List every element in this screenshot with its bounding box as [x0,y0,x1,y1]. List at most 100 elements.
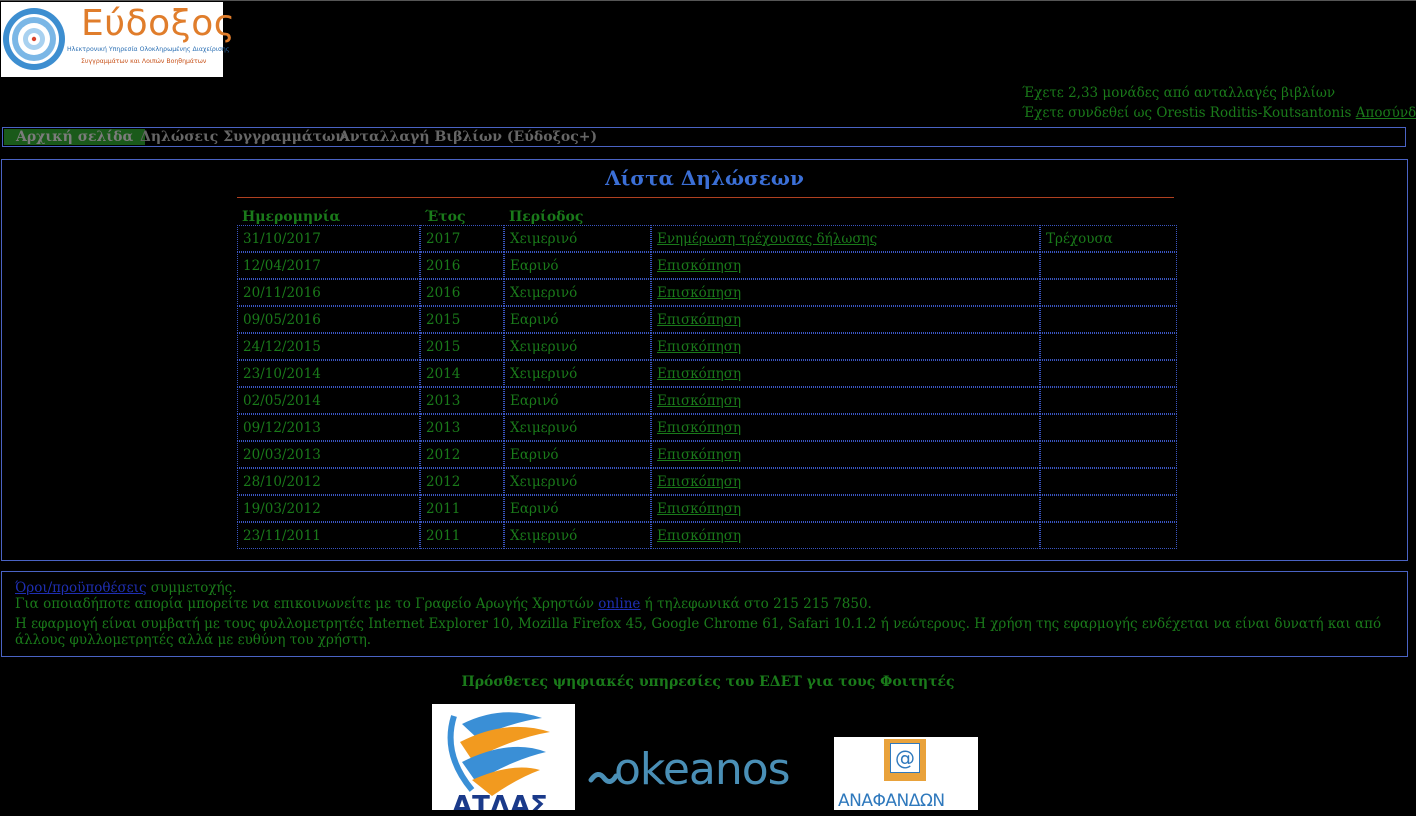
help-prefix: Για οποιαδήποτε απορία μπορείτε να επικο… [15,596,599,612]
view-declaration-link[interactable]: Επισκόπηση [657,285,741,301]
cell-date: 09/12/2013 [237,414,420,441]
cell-period: Χειμερινό [504,522,651,549]
header-status [1040,204,1177,225]
cell-action: Επισκόπηση [651,414,1040,441]
view-declaration-link[interactable]: Επισκόπηση [657,474,741,490]
cell-action: Επισκόπηση [651,495,1040,522]
cell-period: Εαρινό [504,387,651,414]
logged-in-text: Έχετε συνδεθεί ως Orestis Roditis-Koutsa… [1022,105,1352,121]
top-border [0,0,1416,1]
table-row: 23/11/2011 2011 Χειμερινό Επισκόπηση [237,522,1177,549]
table-row: 28/10/2012 2012 Χειμερινό Επισκόπηση [237,468,1177,495]
cell-year: 2011 [420,522,504,549]
anafandon-text: ΑΝΑΦΑΝΔΩΝ [838,791,945,810]
cell-status [1040,306,1177,333]
cell-action: Επισκόπηση [651,252,1040,279]
cell-year: 2012 [420,441,504,468]
cell-action: Επισκόπηση [651,360,1040,387]
cell-period: Εαρινό [504,495,651,522]
eudoxus-circle-icon [3,8,65,70]
cell-year: 2016 [420,252,504,279]
cell-period: Εαρινό [504,252,651,279]
view-declaration-link[interactable]: Επισκόπηση [657,258,741,274]
update-declaration-link[interactable]: Ενημέρωση τρέχουσας δήλωσης [657,231,877,247]
cell-date: 28/10/2012 [237,468,420,495]
cell-status [1040,360,1177,387]
terms-link[interactable]: Όροι/προϋποθέσεις [15,580,147,596]
logo-subtitle-1: Ηλεκτρονική Υπηρεσία Ολοκληρωμένης Διαχε… [67,46,230,53]
view-declaration-link[interactable]: Επισκόπηση [657,393,741,409]
header-year: Έτος [425,209,466,225]
cell-date: 20/11/2016 [237,279,420,306]
atlas-globe-icon: ΑΤΛΑΣ [447,712,550,810]
table-row: 09/05/2016 2015 Εαρινό Επισκόπηση [237,306,1177,333]
table-header-row: Ημερομηνία Έτος Περίοδος [237,204,1177,225]
cell-date: 12/04/2017 [237,252,420,279]
cell-action: Επισκόπηση [651,333,1040,360]
cell-period: Χειμερινό [504,279,651,306]
cell-period: Χειμερινό [504,333,651,360]
cell-period: Εαρινό [504,441,651,468]
help-suffix: ή τηλεφωνικά στο 215 215 7850. [640,596,872,612]
view-declaration-link[interactable]: Επισκόπηση [657,528,741,544]
declarations-table: Ημερομηνία Έτος Περίοδος 31/10/2017 2017 Χ… [237,204,1177,549]
view-declaration-link[interactable]: Επισκόπηση [657,312,741,328]
cell-action: Επισκόπηση [651,306,1040,333]
cell-year: 2012 [420,468,504,495]
declarations-panel: Λίστα Δηλώσεων Ημερομηνία Έτος Περίοδος … [1,159,1408,561]
info-panel: Όροι/προϋποθέσεις συμμετοχής. Για οποιαδ… [1,571,1408,657]
cell-action: Επισκόπηση [651,279,1040,306]
cell-status [1040,279,1177,306]
cell-status [1040,333,1177,360]
okeanos-logo[interactable]: okeanos [588,744,824,800]
cell-year: 2017 [420,225,504,252]
cell-status: Τρέχουσα [1040,225,1177,252]
cell-period: Χειμερινό [504,414,651,441]
view-declaration-link[interactable]: Επισκόπηση [657,420,741,436]
cell-year: 2013 [420,414,504,441]
table-row: 12/04/2017 2016 Εαρινό Επισκόπηση [237,252,1177,279]
nav-item-home[interactable]: Αρχική σελίδα [4,129,146,145]
cell-action: Επισκόπηση [651,468,1040,495]
logo-subtitle-2: Συγγραμμάτων και Λοιπών Βοηθημάτων [81,58,207,65]
cell-action: Ενημέρωση τρέχουσας δήλωσης [651,225,1040,252]
cell-status [1040,495,1177,522]
cell-year: 2015 [420,306,504,333]
view-declaration-link[interactable]: Επισκόπηση [657,447,741,463]
table-row: 23/10/2014 2014 Χειμερινό Επισκόπηση [237,360,1177,387]
table-row: 20/11/2016 2016 Χειμερινό Επισκόπηση [237,279,1177,306]
cell-status [1040,468,1177,495]
terms-line: Όροι/προϋποθέσεις συμμετοχής. [15,580,1394,596]
cell-status [1040,414,1177,441]
anafandon-logo[interactable]: @ ΑΝΑΦΑΝΔΩΝ [834,737,978,810]
help-online-link[interactable]: online [598,596,640,612]
cell-date: 31/10/2017 [237,225,420,252]
view-declaration-link[interactable]: Επισκόπηση [657,501,741,517]
header-date: Ημερομηνία [242,209,341,225]
atlas-logo[interactable]: ΑΤΛΑΣ [432,704,575,810]
view-declaration-link[interactable]: Επισκόπηση [657,366,741,382]
header-action [651,204,1040,225]
nav-item-book-exchange[interactable]: Ανταλλαγή Βιβλίων (Εύδοξος+) [339,129,597,145]
logout-link[interactable]: Αποσύνδεση [1356,105,1416,121]
cell-date: 02/05/2014 [237,387,420,414]
header-period: Περίοδος [509,209,584,225]
table-row: 20/03/2013 2012 Εαρινό Επισκόπηση [237,441,1177,468]
anafandon-box-icon: @ [884,739,926,781]
cell-action: Επισκόπηση [651,441,1040,468]
eudoxus-logo[interactable]: Εύδοξος Ηλεκτρονική Υπηρεσία Ολοκληρωμέν… [1,2,235,77]
declarations-table-body: 31/10/2017 2017 Χειμερινό Ενημέρωση τρέχουσ… [237,225,1177,549]
cell-date: 09/05/2016 [237,306,420,333]
view-declaration-link[interactable]: Επισκόπηση [657,339,741,355]
page-title: Λίστα Δηλώσεων [605,166,804,190]
table-row: 31/10/2017 2017 Χειμερινό Ενημέρωση τρέχουσ… [237,225,1177,252]
login-status: Έχετε συνδεθεί ως Orestis Roditis-Koutsa… [1022,103,1416,123]
nav-item-declarations[interactable]: Δηλώσεις Συγγραμμάτων [140,129,345,145]
cell-period: Εαρινό [504,306,651,333]
logo-title: Εύδοξος [81,3,236,44]
terms-suffix: συμμετοχής. [146,580,237,596]
cell-year: 2011 [420,495,504,522]
cell-date: 24/12/2015 [237,333,420,360]
cell-status [1040,387,1177,414]
cell-date: 20/03/2013 [237,441,420,468]
